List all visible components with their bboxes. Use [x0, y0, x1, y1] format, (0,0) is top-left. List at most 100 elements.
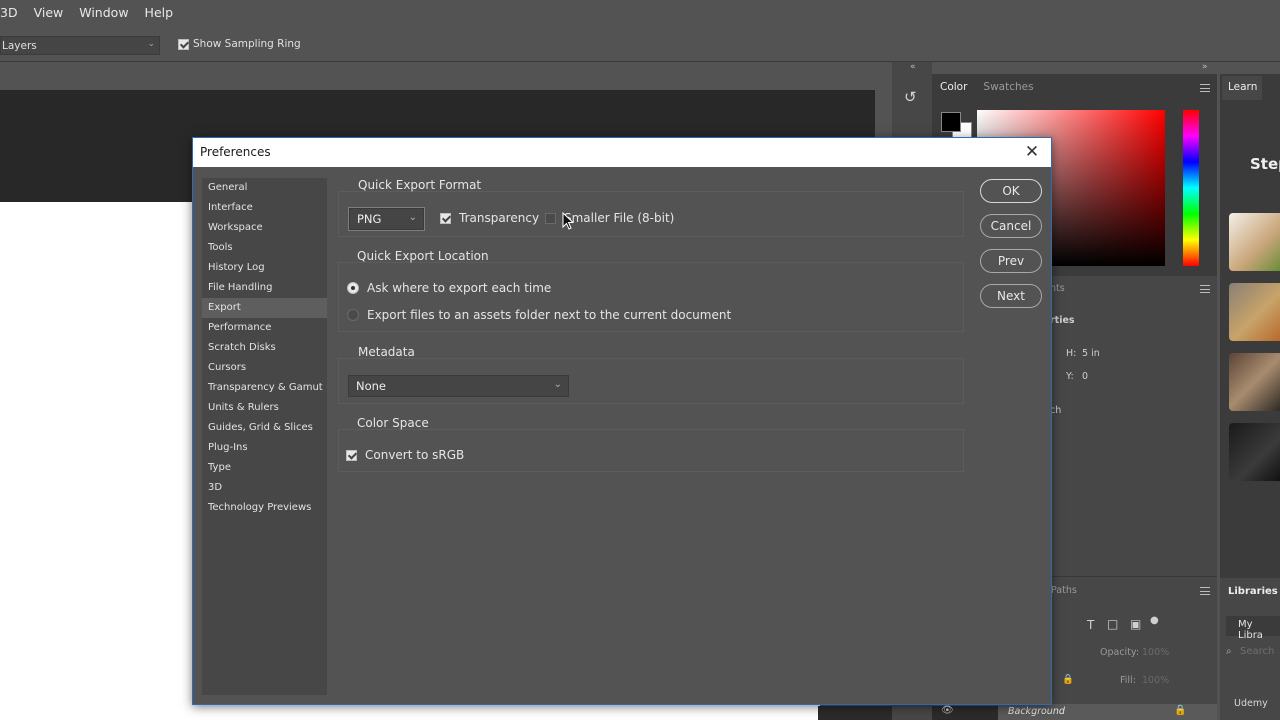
libraries-panel: Libraries My Libra ⌕ Search Udemy: [1220, 578, 1280, 720]
height-value[interactable]: 5 in: [1082, 348, 1100, 359]
preferences-dialog: Preferences ✕ General Interface Workspac…: [192, 137, 1052, 705]
properties-panel: nts rties H: 5 in Y: 0 ch: [1050, 276, 1217, 576]
opacity-label: Opacity:: [1100, 647, 1140, 658]
height-label: H:: [1066, 348, 1077, 359]
fill-value[interactable]: 100%: [1142, 675, 1169, 686]
background-layer-name: Background: [1008, 706, 1065, 717]
learn-heading: Step: [1250, 155, 1280, 173]
close-icon[interactable]: ✕: [1022, 142, 1042, 162]
metadata-select[interactable]: None ⌄: [348, 375, 569, 397]
dialog-title: Preferences: [200, 145, 271, 159]
smaller-file-label: Smaller File (8-bit): [564, 211, 675, 225]
y-value[interactable]: 0: [1082, 371, 1088, 382]
options-bar: Layers ⌄ Show Sampling Ring: [0, 28, 1280, 62]
properties-tab-fragment[interactable]: rties: [1050, 315, 1075, 326]
format-select-value: PNG: [357, 212, 382, 226]
layer-lock-icon: 🔒: [1174, 705, 1187, 716]
learn-thumbnail-1[interactable]: [1229, 213, 1280, 271]
sidebar-item-technology-previews[interactable]: Technology Previews: [202, 498, 327, 518]
my-library-select[interactable]: My Libra: [1226, 616, 1280, 641]
sidebar-item-3d[interactable]: 3D: [202, 478, 327, 498]
menu-3d[interactable]: 3D: [0, 5, 18, 20]
cancel-button[interactable]: Cancel: [980, 214, 1042, 238]
chevron-down-icon: ⌄: [553, 379, 562, 390]
color-panel-tabs: Color Swatches: [932, 76, 1042, 100]
hue-slider[interactable]: [1183, 110, 1199, 266]
ok-button[interactable]: OK: [980, 179, 1042, 203]
y-label: Y:: [1066, 371, 1074, 382]
layers-panel: Paths T □ ▣ ● Opacity: 100% 🔒 Fill: 100%: [1050, 576, 1217, 720]
menu-window[interactable]: Window: [79, 5, 128, 20]
sidebar-item-general[interactable]: General: [202, 178, 327, 198]
format-select[interactable]: PNG ⌄: [349, 208, 424, 230]
tab-learn[interactable]: Learn: [1222, 76, 1262, 100]
tab-swatches[interactable]: Swatches: [975, 76, 1041, 100]
convert-srgb-checkbox[interactable]: [346, 449, 357, 461]
fill-label: Fill:: [1120, 675, 1136, 686]
chevron-down-icon: ⌄: [408, 212, 417, 223]
preferences-sidebar: General Interface Workspace Tools Histor…: [202, 178, 327, 695]
export-location-ask-option[interactable]: Ask where to export each time: [347, 281, 551, 295]
sidebar-item-plug-ins[interactable]: Plug-Ins: [202, 438, 327, 458]
sidebar-item-units-rulers[interactable]: Units & Rulers: [202, 398, 327, 418]
prev-button[interactable]: Prev: [980, 249, 1042, 273]
transparency-option[interactable]: Transparency: [440, 211, 539, 225]
metadata-select-value: None: [356, 379, 387, 393]
export-location-ask-radio[interactable]: [347, 282, 359, 294]
sidebar-item-export[interactable]: Export: [202, 298, 327, 318]
layers-menu-icon[interactable]: [1200, 587, 1210, 595]
collapse-arrows-icon[interactable]: «: [910, 62, 916, 72]
sidebar-item-tools[interactable]: Tools: [202, 238, 327, 258]
sidebar-item-performance[interactable]: Performance: [202, 318, 327, 338]
convert-srgb-label: Convert to sRGB: [365, 448, 465, 462]
smaller-file-checkbox[interactable]: [545, 212, 556, 224]
chevron-down-icon: ⌄: [147, 39, 155, 49]
dialog-titlebar: Preferences ✕: [193, 138, 1051, 167]
show-sampling-ring-checkbox[interactable]: [178, 38, 189, 50]
sidebar-item-type[interactable]: Type: [202, 458, 327, 478]
next-button[interactable]: Next: [980, 284, 1042, 308]
filter-toggle-icon[interactable]: ●: [1150, 615, 1159, 626]
library-search-input[interactable]: Search: [1240, 646, 1274, 657]
export-location-assets-radio[interactable]: [347, 309, 359, 321]
convert-srgb-option[interactable]: Convert to sRGB: [346, 448, 464, 462]
tab-color[interactable]: Color: [932, 76, 975, 100]
sidebar-item-workspace[interactable]: Workspace: [202, 218, 327, 238]
properties-menu-icon[interactable]: [1200, 285, 1210, 293]
sidebar-item-history-log[interactable]: History Log: [202, 258, 327, 278]
sidebar-item-transparency-gamut[interactable]: Transparency & Gamut: [202, 378, 327, 398]
menu-help[interactable]: Help: [145, 5, 174, 20]
color-space-title: Color Space: [357, 416, 429, 430]
learn-thumbnail-4[interactable]: [1229, 423, 1280, 481]
sidebar-item-interface[interactable]: Interface: [202, 198, 327, 218]
export-location-assets-label: Export files to an assets folder next to…: [367, 308, 732, 322]
sidebar-item-guides-grid-slices[interactable]: Guides, Grid & Slices: [202, 418, 327, 438]
transparency-label: Transparency: [459, 211, 540, 225]
udemy-watermark: Udemy: [1234, 698, 1268, 709]
opacity-value[interactable]: 100%: [1142, 647, 1169, 658]
lock-icon[interactable]: 🔒: [1062, 674, 1074, 685]
color-panel-menu-icon[interactable]: [1200, 84, 1210, 92]
sidebar-item-scratch-disks[interactable]: Scratch Disks: [202, 338, 327, 358]
menubar: 3D View Window Help: [0, 0, 1280, 24]
artboard-icon[interactable]: ▣: [1130, 617, 1141, 631]
adjustments-tab-fragment[interactable]: nts: [1050, 283, 1065, 294]
show-sampling-ring-option[interactable]: Show Sampling Ring: [178, 38, 301, 50]
export-location-assets-option[interactable]: Export files to an assets folder next to…: [347, 308, 731, 322]
tab-paths[interactable]: Paths: [1051, 585, 1077, 596]
metadata-title: Metadata: [358, 345, 415, 359]
sidebar-item-cursors[interactable]: Cursors: [202, 358, 327, 378]
expand-arrows-icon[interactable]: »: [1202, 62, 1208, 72]
transform-icon[interactable]: □: [1107, 617, 1118, 631]
transparency-checkbox[interactable]: [440, 212, 451, 224]
tab-libraries[interactable]: Libraries: [1228, 586, 1278, 597]
sidebar-item-file-handling[interactable]: File Handling: [202, 278, 327, 298]
foreground-color-swatch[interactable]: [941, 112, 961, 132]
sample-select[interactable]: Layers ⌄: [0, 36, 160, 55]
type-icon[interactable]: T: [1087, 618, 1094, 632]
learn-thumbnail-3[interactable]: [1229, 353, 1280, 411]
menu-view[interactable]: View: [34, 5, 64, 20]
eye-visibility-icon[interactable]: 👁: [941, 705, 954, 716]
history-panel-icon[interactable]: ↺: [904, 88, 917, 106]
learn-thumbnail-2[interactable]: [1229, 283, 1280, 341]
